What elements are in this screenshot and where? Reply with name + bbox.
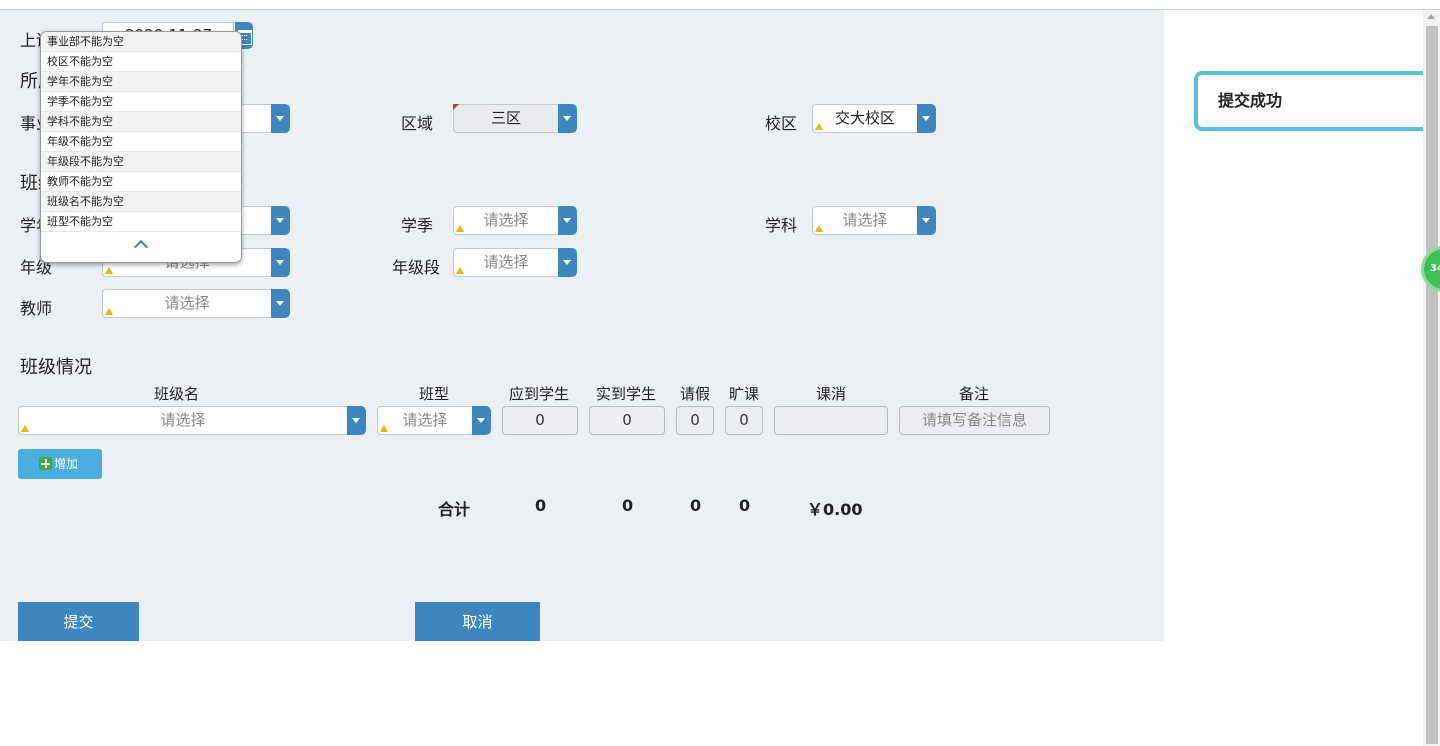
class-name-select[interactable]: 请选择 [18,406,366,435]
total-actual: 0 [622,496,634,515]
expected-students-input[interactable]: 0 [502,406,578,435]
chevron-up-icon[interactable] [133,239,149,255]
plus-icon [39,457,52,470]
validation-error-item: 年级不能为空 [41,132,241,152]
vertical-scrollbar[interactable] [1423,10,1440,746]
chevron-down-icon[interactable] [271,104,290,133]
validation-error-item: 班级名不能为空 [41,192,241,212]
chevron-down-icon[interactable] [558,206,577,235]
warning-icon [815,123,823,130]
total-consumption: ￥0.00 [807,500,863,519]
teacher-label: 教师 [20,299,53,318]
add-row-button[interactable]: 增加 [18,449,102,479]
validation-error-item: 班型不能为空 [41,212,241,232]
grade-stage-label: 年级段 [392,258,441,277]
warning-icon [456,225,464,232]
validation-error-item: 学科不能为空 [41,112,241,132]
validation-error-item: 年级段不能为空 [41,152,241,172]
teacher-select-value: 请选择 [102,289,272,318]
season-select-value: 请选择 [453,206,559,235]
validation-popup: 事业部不能为空 校区不能为空 学年不能为空 学季不能为空 学科不能为空 年级不能… [40,31,242,263]
subject-select[interactable]: 请选择 [812,206,936,235]
validation-error-item: 学季不能为空 [41,92,241,112]
grade-stage-select-value: 请选择 [453,248,559,277]
season-select[interactable]: 请选择 [453,206,577,235]
total-leave: 0 [690,496,702,515]
total-absent: 0 [739,496,751,515]
chevron-down-icon[interactable] [271,289,290,318]
chevron-down-icon[interactable] [271,248,290,277]
chevron-down-icon[interactable] [917,104,936,133]
validation-error-item: 事业部不能为空 [41,32,241,52]
column-header-consumption: 课消 [816,385,847,403]
submit-button[interactable]: 提交 [18,602,139,641]
column-header-actual: 实到学生 [596,385,657,403]
class-type-select[interactable]: 请选择 [377,406,491,435]
subject-select-value: 请选择 [812,206,918,235]
season-label: 学季 [401,216,434,235]
total-expected: 0 [535,496,547,515]
total-label: 合计 [438,500,471,519]
scrollbar-thumb[interactable] [1426,26,1438,744]
column-header-expected: 应到学生 [509,385,570,403]
chevron-down-icon[interactable] [472,406,491,435]
warning-icon [380,425,388,432]
region-select[interactable]: 三区 [453,104,577,133]
column-header-class-type: 班型 [419,385,450,403]
chevron-down-icon[interactable] [558,248,577,277]
validation-error-item: 校区不能为空 [41,52,241,72]
success-toast: 提交成功 [1194,71,1440,131]
chevron-down-icon[interactable] [347,406,366,435]
column-header-leave: 请假 [680,385,711,403]
leave-input[interactable]: 0 [676,406,714,435]
actual-students-input[interactable]: 0 [589,406,665,435]
column-header-class-name: 班级名 [154,385,200,403]
warning-icon [456,267,464,274]
region-label: 区域 [401,114,434,133]
region-select-value: 三区 [453,104,559,133]
scroll-up-icon[interactable] [1427,14,1435,19]
chevron-down-icon[interactable] [558,104,577,133]
campus-select[interactable]: 交大校区 [812,104,936,133]
add-row-label: 增加 [54,457,79,471]
warning-icon [815,225,823,232]
chevron-down-icon[interactable] [917,206,936,235]
top-bar [0,0,1440,10]
cancel-button[interactable]: 取消 [415,602,540,641]
campus-label: 校区 [765,114,798,133]
changed-marker-icon [453,104,459,110]
warning-icon [105,308,113,315]
teacher-select[interactable]: 请选择 [102,289,290,318]
chevron-down-icon[interactable] [271,206,290,235]
class-type-select-value: 请选择 [377,406,473,435]
class-info-title: 班级情况 [20,357,92,378]
grade-stage-select[interactable]: 请选择 [453,248,577,277]
subject-label: 学科 [765,216,798,235]
remark-input[interactable]: 请填写备注信息 [899,406,1050,435]
column-header-absent: 旷课 [729,385,760,403]
absent-input[interactable]: 0 [725,406,763,435]
class-name-select-value: 请选择 [18,406,348,435]
warning-icon [21,425,29,432]
validation-error-item: 学年不能为空 [41,72,241,92]
campus-select-value: 交大校区 [812,104,918,133]
column-header-remark: 备注 [959,385,990,403]
warning-icon [105,267,113,274]
consumption-input[interactable] [774,406,888,435]
validation-error-item: 教师不能为空 [41,172,241,192]
